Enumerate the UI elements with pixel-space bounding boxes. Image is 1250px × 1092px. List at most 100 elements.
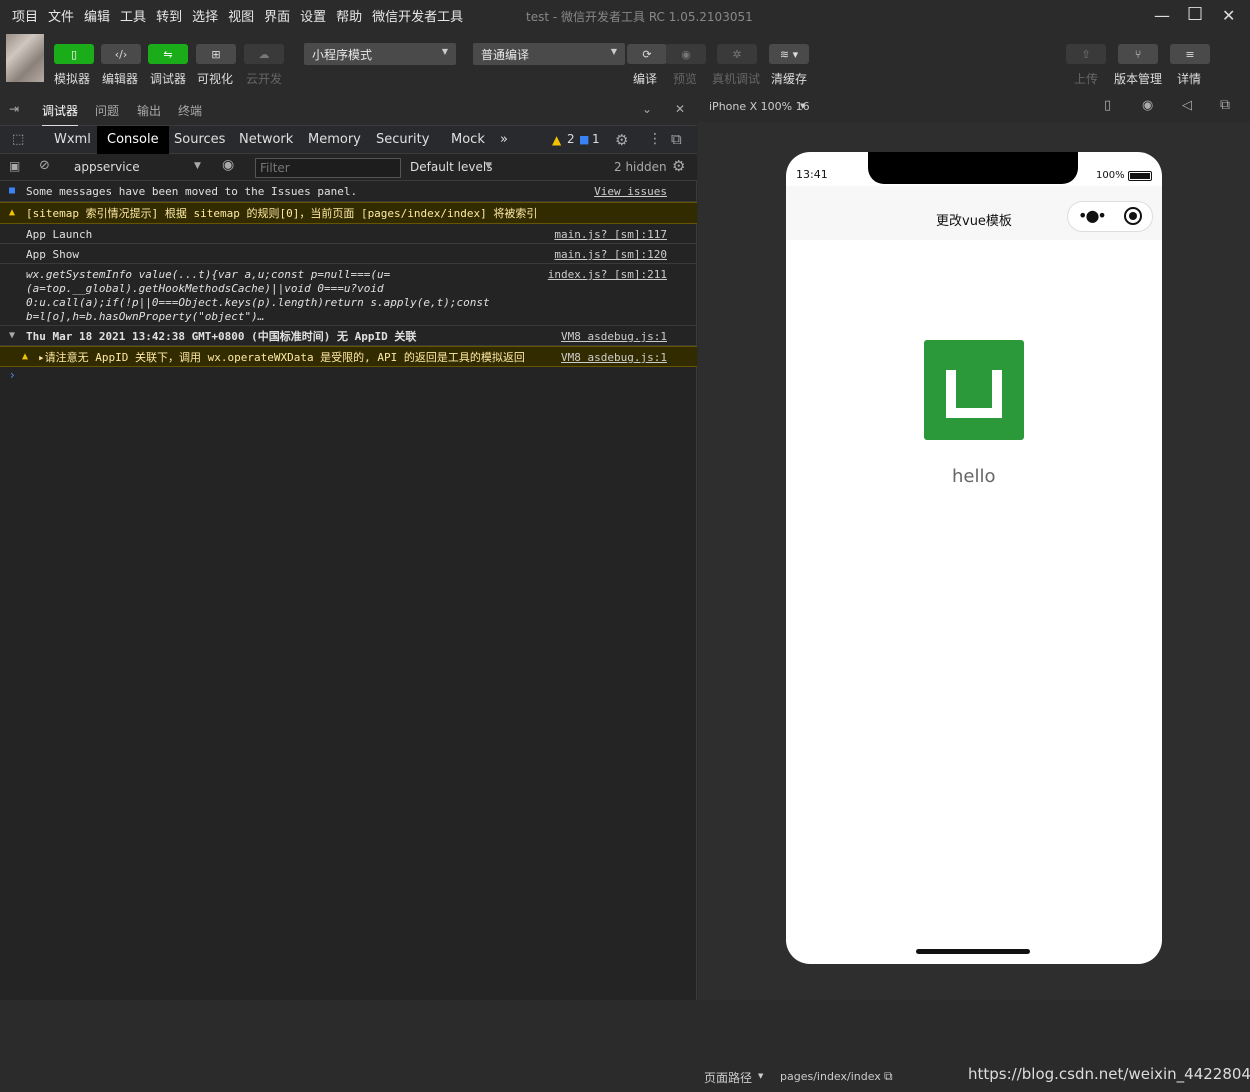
source-link[interactable]: main.js? [sm]:120 — [554, 248, 667, 261]
warning-icon: ▲ — [552, 133, 562, 147]
simulator-button[interactable]: ▯ — [54, 44, 94, 64]
nav-title: 更改vue模板 — [936, 214, 1012, 229]
source-link[interactable]: VM8 asdebug.js:1 — [561, 330, 667, 343]
upload-icon: ⇧ — [1081, 47, 1091, 61]
menu-help[interactable]: 帮助 — [336, 6, 362, 25]
phone-icon[interactable]: ▯ — [1104, 98, 1111, 113]
menu-view[interactable]: 视图 — [228, 6, 254, 25]
code-icon: ‹/› — [114, 47, 128, 61]
compile-button[interactable]: ⟳ — [627, 44, 667, 64]
menu-edit[interactable]: 编辑 — [84, 6, 110, 25]
simulator-label: 模拟器 — [54, 72, 91, 86]
levels-select[interactable]: Default levels — [410, 160, 492, 174]
tab-memory[interactable]: Memory — [298, 126, 371, 154]
tab-security[interactable]: Security — [366, 126, 439, 154]
volume-icon[interactable]: ◁ — [1182, 98, 1192, 113]
tab-mock[interactable]: Mock — [441, 126, 495, 154]
cloud-button[interactable]: ☁ — [244, 44, 284, 64]
menu-wechat-devtools[interactable]: 微信开发者工具 — [372, 6, 463, 25]
compile-select[interactable]: 普通编译 ▼ — [473, 43, 625, 65]
expand-triangle-icon[interactable]: ▼ — [9, 330, 15, 341]
devtools-tabs: ⬚ Wxml Console Sources Network Memory Se… — [0, 126, 697, 154]
more-tabs-icon[interactable]: » — [490, 126, 518, 154]
mode-select[interactable]: 小程序模式 ▼ — [304, 43, 456, 65]
close-panel-icon[interactable]: ✕ — [675, 102, 685, 116]
debugger-panel: ⇥ 调试器 问题 输出 终端 ⌄ ✕ ⬚ Wxml Console Source… — [0, 92, 697, 1000]
caret-down-icon: ▼ — [441, 47, 448, 56]
menu-select[interactable]: 选择 — [192, 6, 218, 25]
close-icon[interactable]: ✕ — [1222, 6, 1235, 25]
settings-gear-icon[interactable]: ⚙ — [615, 131, 628, 149]
phone-icon: ▯ — [70, 47, 78, 61]
maximize-icon[interactable]: ☐ — [1187, 4, 1203, 25]
console-message: wx.getSystemInfo value(...t){var a,u;con… — [0, 264, 697, 326]
console-group[interactable]: ▼ Thu Mar 18 2021 13:42:38 GMT+0800 (中国标… — [0, 326, 697, 346]
device-select[interactable]: iPhone X 100% 16 — [709, 100, 810, 113]
menu-file[interactable]: 文件 — [48, 6, 74, 25]
dock-icon[interactable]: ⇥ — [9, 102, 19, 116]
tab-console[interactable]: Console — [97, 126, 169, 154]
tab-terminal[interactable]: 终端 — [178, 102, 202, 119]
view-issues-link[interactable]: View issues — [594, 185, 667, 198]
tab-issues[interactable]: 问题 — [95, 102, 119, 119]
more-dots-icon[interactable]: •●• — [1078, 206, 1107, 225]
preview-button[interactable]: ◉ — [666, 44, 706, 64]
console-prompt-icon[interactable]: › — [10, 368, 15, 382]
title-bar: 项目 文件 编辑 工具 转到 选择 视图 界面 设置 帮助 微信开发者工具 te… — [0, 0, 1250, 30]
record-icon[interactable]: ◉ — [1142, 98, 1153, 113]
popout-icon[interactable]: ⧉ — [1220, 97, 1230, 113]
phone-notch — [868, 152, 1078, 184]
source-link[interactable]: index.js? [sm]:211 — [548, 268, 667, 281]
menu-goto[interactable]: 转到 — [156, 6, 182, 25]
filter-input[interactable] — [255, 158, 401, 178]
message-text: Some messages have been moved to the Iss… — [26, 185, 358, 198]
message-text: ▸请注意无 AppID 关联下，调用 wx.operateWXData 是受限的… — [38, 351, 525, 364]
tab-output[interactable]: 输出 — [137, 102, 161, 119]
hidden-count: 2 hidden — [614, 160, 667, 174]
tab-sources[interactable]: Sources — [164, 126, 235, 154]
clear-cache-label: 清缓存 — [771, 72, 808, 86]
inspect-icon[interactable]: ⬚ — [2, 126, 34, 154]
source-link[interactable]: VM8 asdebug.js:1 — [561, 351, 667, 364]
info-icon: ■ — [9, 185, 16, 196]
cloud-icon: ☁ — [258, 47, 270, 61]
close-target-icon[interactable] — [1124, 207, 1142, 225]
tab-wxml[interactable]: Wxml — [44, 126, 101, 154]
clear-console-icon[interactable]: ⊘ — [39, 158, 50, 173]
message-text: [sitemap 索引情况提示] 根据 sitemap 的规则[0]，当前页面 … — [26, 207, 538, 220]
chevron-down-icon[interactable]: ⌄ — [642, 102, 652, 116]
menu-tools[interactable]: 工具 — [120, 6, 146, 25]
editor-button[interactable]: ‹/› — [101, 44, 141, 64]
app-logo — [924, 340, 1024, 440]
source-link[interactable]: main.js? [sm]:117 — [554, 228, 667, 241]
home-indicator — [916, 949, 1030, 954]
menu-project[interactable]: 项目 — [12, 6, 38, 25]
undock-icon[interactable]: ⧉ — [671, 130, 682, 148]
clear-cache-button[interactable]: ≋ ▾ — [769, 44, 809, 64]
tab-debugger[interactable]: 调试器 — [42, 102, 79, 127]
message-text: wx.getSystemInfo value(...t){var a,u;con… — [26, 268, 490, 323]
eye-icon[interactable]: ◉ — [222, 157, 234, 173]
menu-interface[interactable]: 界面 — [264, 6, 290, 25]
remote-debug-button[interactable]: ✲ — [717, 44, 757, 64]
kebab-menu-icon[interactable]: ⋮ — [648, 131, 662, 147]
console-settings-icon[interactable]: ⚙ — [672, 157, 685, 175]
tab-network[interactable]: Network — [229, 126, 303, 154]
menu-settings[interactable]: 设置 — [300, 6, 326, 25]
details-button[interactable]: ≡ — [1170, 44, 1210, 64]
compile-select-value: 普通编译 — [481, 48, 530, 62]
path-label[interactable]: 页面路径 — [704, 1069, 752, 1086]
console-message: ■ Some messages have been moved to the I… — [0, 181, 697, 202]
details-label: 详情 — [1177, 72, 1202, 86]
debugger-button[interactable]: ⇋ — [148, 44, 188, 64]
upload-button[interactable]: ⇧ — [1066, 44, 1106, 64]
visual-button[interactable]: ⊞ — [196, 44, 236, 64]
version-button[interactable]: ⑂ — [1118, 44, 1158, 64]
context-select[interactable]: appservice — [74, 160, 140, 174]
copy-icon[interactable]: ⧉ — [884, 1069, 893, 1084]
minimize-icon[interactable]: — — [1154, 6, 1170, 25]
avatar[interactable] — [6, 34, 44, 82]
menu-capsule: •●• — [1067, 201, 1153, 232]
sidebar-toggle-icon[interactable]: ▣ — [9, 159, 20, 173]
battery-icon — [1128, 171, 1152, 181]
